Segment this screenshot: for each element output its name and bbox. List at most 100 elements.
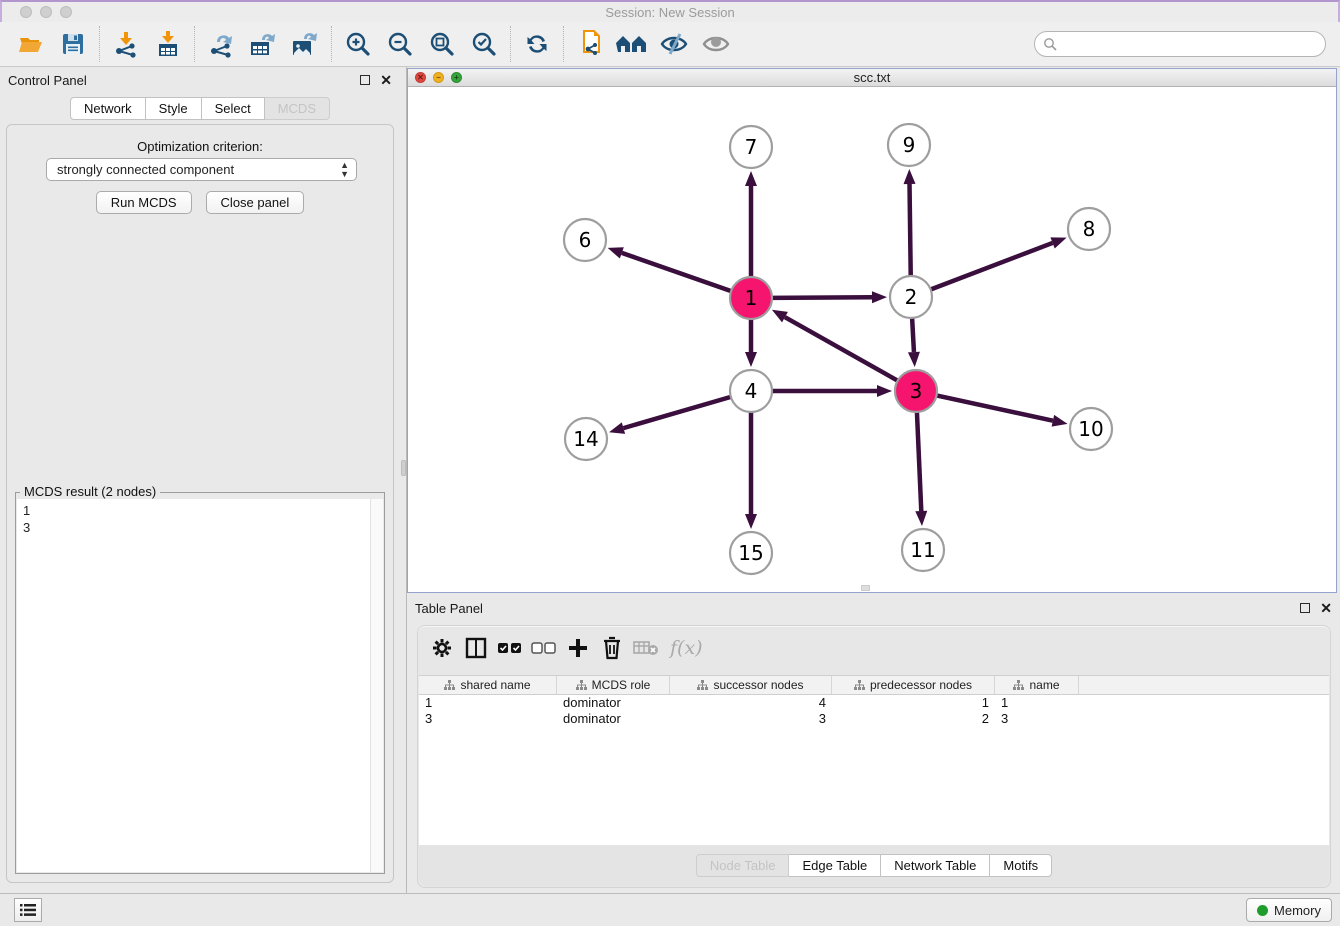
result-scrollbar[interactable] [370,499,383,872]
column-header-name[interactable]: name [995,676,1079,694]
function-builder-icon[interactable]: f(x) [670,637,703,659]
unselect-all-columns-icon[interactable] [530,634,558,662]
memory-button[interactable]: Memory [1246,898,1332,922]
node-table: shared nameMCDS rolesuccessor nodesprede… [419,675,1329,845]
graph-node-label: 14 [573,427,598,451]
edge-3-1[interactable] [785,317,898,381]
table-cell[interactable]: 1 [995,695,1079,711]
mcds-result-group: MCDS result (2 nodes) 1 3 [15,492,385,874]
memory-label: Memory [1274,903,1321,918]
edge-1-2[interactable] [772,297,872,298]
table-cell[interactable]: dominator [557,695,670,711]
float-panel-icon[interactable] [360,75,370,85]
graph-node-label: 1 [745,286,758,310]
table-row[interactable]: 3dominator323 [419,711,1329,727]
table-row[interactable]: 1dominator411 [419,695,1329,711]
tab-network[interactable]: Network [70,97,146,120]
run-mcds-button[interactable]: Run MCDS [96,191,192,214]
zoom-selected-icon[interactable] [463,25,505,63]
graph-node-label: 11 [910,538,935,562]
panel-splitter[interactable] [400,67,407,893]
column-header-predecessor-nodes[interactable]: predecessor nodes [832,676,995,694]
table-cell[interactable]: 3 [995,711,1079,727]
zoom-fit-icon[interactable] [421,25,463,63]
edge-2-9[interactable] [910,184,911,276]
tab-edge-table[interactable]: Edge Table [789,854,881,877]
edge-arrowhead [877,385,892,397]
float-table-panel-icon[interactable] [1300,603,1310,613]
close-panel-icon[interactable]: ✕ [380,75,392,85]
network-canvas[interactable]: 1234678910111415 [408,87,1336,592]
column-header-MCDS-role[interactable]: MCDS role [557,676,670,694]
edge-4-14[interactable] [623,397,730,428]
export-image-icon[interactable] [284,25,326,63]
zoom-in-icon[interactable] [337,25,379,63]
mcds-result-title: MCDS result (2 nodes) [20,484,160,499]
tab-network-table[interactable]: Network Table [881,854,990,877]
edge-2-8[interactable] [931,243,1053,290]
graph-node-label: 4 [745,379,758,403]
add-column-icon[interactable] [564,634,592,662]
open-session-icon[interactable] [10,25,52,63]
import-table-icon[interactable] [147,25,189,63]
delete-table-icon[interactable] [632,634,660,662]
tab-select[interactable]: Select [202,97,265,120]
table-panel: Table Panel ✕ [407,595,1340,893]
zoom-out-icon[interactable] [379,25,421,63]
table-cell[interactable]: 4 [670,695,832,711]
table-cell[interactable]: 2 [832,711,995,727]
clone-network-icon[interactable] [569,25,611,63]
tab-node-table[interactable]: Node Table [696,854,790,877]
table-cell[interactable]: 1 [419,695,557,711]
tab-style[interactable]: Style [146,97,202,120]
splitter-grip[interactable] [401,460,406,476]
edge-arrowhead [609,422,625,434]
table-cell[interactable]: dominator [557,711,670,727]
edge-3-10[interactable] [937,395,1053,420]
edge-arrowhead [745,352,757,367]
control-panel-title: Control Panel [8,73,87,88]
criterion-select[interactable]: strongly connected component ▲▼ [46,158,357,181]
edge-arrowhead [608,247,624,258]
mcds-result-text[interactable]: 1 3 [17,499,370,872]
column-header-shared-name[interactable]: shared name [419,676,557,694]
export-network-icon[interactable] [200,25,242,63]
select-all-columns-icon[interactable] [496,634,524,662]
close-panel-button[interactable]: Close panel [206,191,305,214]
window-title: Session: New Session [2,5,1338,20]
show-column-icon[interactable] [462,634,490,662]
search-icon [1043,37,1057,51]
export-table-icon[interactable] [242,25,284,63]
memory-status-icon [1257,905,1268,916]
search-box[interactable] [1034,31,1326,57]
settings-gear-icon[interactable] [428,634,456,662]
task-history-button[interactable] [14,898,42,922]
optimization-criterion-label: Optimization criterion: [7,139,393,154]
column-header-successor-nodes[interactable]: successor nodes [670,676,832,694]
open-from-ndex-icon[interactable] [611,25,653,63]
show-graphics-details-icon[interactable] [695,25,737,63]
import-network-icon[interactable] [105,25,147,63]
table-cell[interactable]: 1 [832,695,995,711]
chevron-up-down-icon: ▲▼ [340,161,349,179]
refresh-view-icon[interactable] [516,25,558,63]
edge-3-11[interactable] [917,412,921,511]
network-resize-grip[interactable] [861,585,870,591]
column-type-icon [1013,680,1024,690]
status-bar: Memory [0,893,1340,926]
tab-mcds[interactable]: MCDS [265,97,330,120]
table-cell[interactable]: 3 [670,711,832,727]
tab-motifs[interactable]: Motifs [990,854,1052,877]
close-table-panel-icon[interactable]: ✕ [1320,603,1332,613]
graph-node-label: 7 [745,135,758,159]
delete-column-icon[interactable] [598,634,626,662]
save-session-icon[interactable] [52,25,94,63]
hide-graphics-details-icon[interactable] [653,25,695,63]
edge-1-6[interactable] [622,253,731,291]
table-cell[interactable]: 3 [419,711,557,727]
edge-2-3[interactable] [912,318,914,352]
table-tabs: Node TableEdge TableNetwork TableMotifs [696,854,1052,877]
search-input[interactable] [1061,34,1325,54]
graph-node-label: 10 [1078,417,1103,441]
column-type-icon [697,680,708,690]
